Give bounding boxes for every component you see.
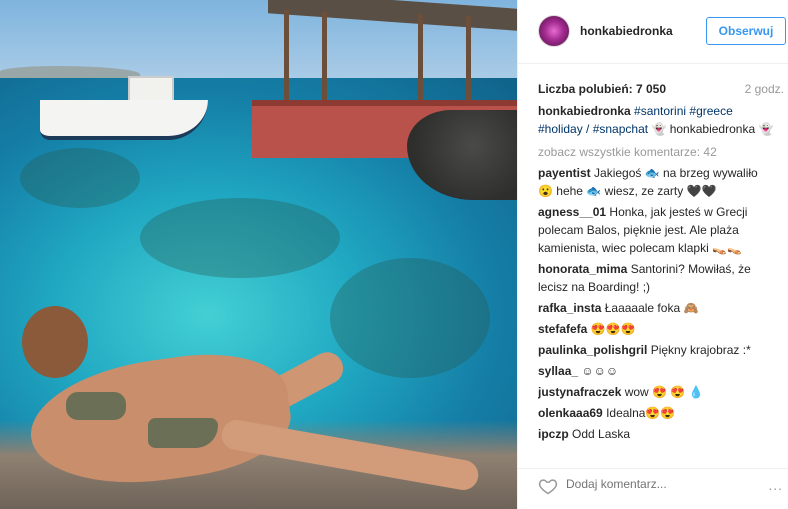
list-item: honorata_mima Santorini? Mowiłaś, że lec… — [538, 260, 774, 296]
list-item: agness__01 Honka, jak jesteś w Grecji po… — [538, 203, 774, 257]
follow-button[interactable]: Obserwuj — [706, 17, 786, 45]
caption-username[interactable]: honkabiedronka — [538, 104, 631, 118]
likes-row: Liczba polubień: 7 050 2 godz. — [538, 82, 784, 98]
list-item: paulinka_polishgril Piękny krajobraz :* — [538, 341, 774, 359]
comment-text: 😍😍😍 — [590, 322, 636, 336]
comment-user[interactable]: payentist — [538, 166, 591, 180]
comments-list: honkabiedronka #santorini #greece #holid… — [538, 102, 774, 454]
comment-user[interactable]: rafka_insta — [538, 301, 601, 315]
post-username[interactable]: honkabiedronka — [580, 24, 673, 38]
load-more-comments[interactable]: zobacz wszystkie komentarze: 42 — [538, 143, 774, 161]
post-time[interactable]: 2 godz. — [745, 82, 784, 96]
add-comment-input[interactable] — [566, 477, 716, 491]
comment-user[interactable]: honorata_mima — [538, 262, 627, 276]
post-photo[interactable] — [0, 0, 517, 509]
comment-user[interactable]: paulinka_polishgril — [538, 343, 647, 357]
more-options-icon[interactable]: ... — [768, 477, 783, 493]
comment-text: wow 😍 😍 💧 — [624, 385, 704, 399]
comment-user[interactable]: ipczp — [538, 427, 569, 441]
comment-user[interactable]: olenkaaa69 — [538, 406, 603, 420]
comment-text: Łaaaaale foka 🙈 — [604, 301, 699, 315]
caption-text: 👻 honkabiedronka 👻 — [651, 122, 774, 136]
comment-text: Idealna😍😍 — [606, 406, 676, 420]
comment-text: Piękny krajobraz :* — [650, 343, 751, 357]
heart-icon[interactable] — [538, 476, 558, 496]
comment-footer: ... — [518, 468, 788, 509]
avatar[interactable] — [538, 15, 570, 47]
comment-user[interactable]: agness__01 — [538, 205, 606, 219]
post-header: honkabiedronka Obserwuj — [518, 0, 788, 64]
comment-user[interactable]: justynafraczek — [538, 385, 621, 399]
comment-text: ☺☺☺ — [581, 364, 619, 378]
caption: honkabiedronka #santorini #greece #holid… — [538, 102, 774, 138]
list-item: stefafefa 😍😍😍 — [538, 320, 774, 338]
comment-text: Odd Laska — [572, 427, 631, 441]
list-item: syllaa_ ☺☺☺ — [538, 362, 774, 380]
list-item: rafka_insta Łaaaaale foka 🙈 — [538, 299, 774, 317]
comment-user[interactable]: stefafefa — [538, 322, 587, 336]
list-item: payentist Jakiegoś 🐟 na brzeg wywaliło 😮… — [538, 164, 774, 200]
post-side-panel: honkabiedronka Obserwuj Liczba polubień:… — [517, 0, 788, 509]
list-item: justynafraczek wow 😍 😍 💧 — [538, 383, 774, 401]
list-item: olenkaaa69 Idealna😍😍 — [538, 404, 774, 422]
photo-boat — [40, 100, 208, 140]
likes-count[interactable]: Liczba polubień: 7 050 — [538, 82, 666, 96]
list-item: ipczp Odd Laska — [538, 425, 774, 443]
comment-user[interactable]: syllaa_ — [538, 364, 578, 378]
